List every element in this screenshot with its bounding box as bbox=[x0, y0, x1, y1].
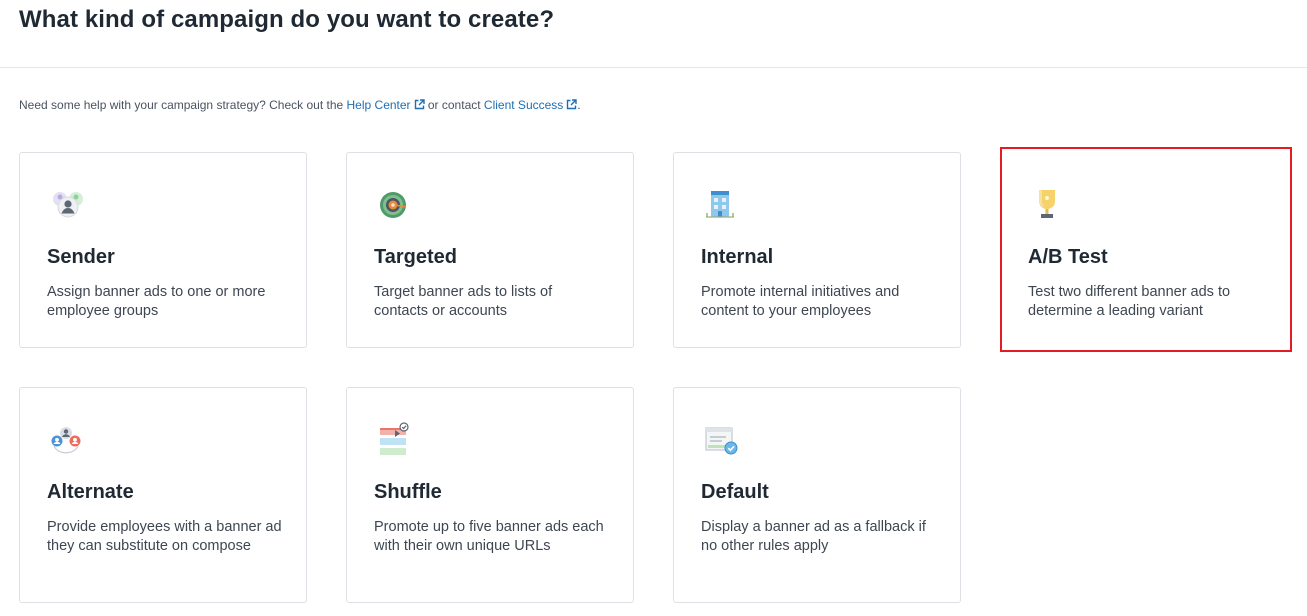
campaign-card-targeted[interactable]: Targeted Target banner ads to lists of c… bbox=[346, 152, 634, 348]
campaign-card-ab-test[interactable]: A/B Test Test two different banner ads t… bbox=[1000, 147, 1292, 352]
users-group-icon bbox=[53, 192, 83, 218]
card-title: A/B Test bbox=[1028, 246, 1108, 268]
card-title: Shuffle bbox=[374, 481, 442, 503]
card-title: Alternate bbox=[47, 481, 134, 503]
external-link-icon[interactable] bbox=[414, 99, 425, 110]
help-center-link[interactable]: Help Center bbox=[347, 98, 425, 112]
campaign-card-alternate[interactable]: Alternate Provide employees with a banne… bbox=[19, 387, 307, 603]
help-center-label[interactable]: Help Center bbox=[347, 98, 411, 112]
campaign-card-sender[interactable]: Sender Assign banner ads to one or more … bbox=[19, 152, 307, 348]
card-description: Test two different banner ads to determi… bbox=[1028, 284, 1231, 319]
default-window-icon bbox=[705, 427, 738, 455]
client-success-label[interactable]: Client Success bbox=[484, 98, 563, 112]
card-description: Promote internal initiatives and content… bbox=[701, 284, 900, 319]
campaign-card-internal[interactable]: Internal Promote internal initiatives an… bbox=[673, 152, 961, 348]
help-text: Need some help with your campaign strate… bbox=[19, 98, 581, 112]
card-title: Targeted bbox=[374, 246, 457, 268]
card-description: Display a banner ad as a fallback if no … bbox=[701, 519, 926, 554]
help-text-suffix: . bbox=[577, 98, 581, 112]
shuffle-banners-icon bbox=[380, 422, 409, 455]
card-description: Target banner ads to lists of contacts o… bbox=[374, 284, 553, 319]
card-title: Default bbox=[701, 481, 769, 503]
card-title: Internal bbox=[701, 246, 774, 268]
help-text-prefix: Need some help with your campaign strate… bbox=[19, 98, 347, 112]
external-link-icon[interactable] bbox=[566, 99, 577, 110]
header-divider bbox=[0, 67, 1307, 68]
client-success-link[interactable]: Client Success bbox=[484, 98, 577, 112]
card-description: Promote up to five banner ads each with … bbox=[374, 519, 604, 554]
card-description: Provide employees with a banner ad they … bbox=[47, 519, 282, 554]
trophy-icon bbox=[1039, 190, 1055, 218]
campaign-card-shuffle[interactable]: Shuffle Promote up to five banner ads ea… bbox=[346, 387, 634, 603]
card-title: Sender bbox=[47, 246, 115, 268]
target-icon bbox=[380, 192, 407, 218]
building-icon bbox=[706, 191, 734, 218]
page-title: What kind of campaign do you want to cre… bbox=[19, 6, 555, 33]
card-description: Assign banner ads to one or more employe… bbox=[47, 284, 266, 319]
campaign-card-default[interactable]: Default Display a banner ad as a fallbac… bbox=[673, 387, 961, 603]
people-swap-icon bbox=[51, 427, 81, 454]
help-text-middle: or contact bbox=[424, 98, 484, 112]
